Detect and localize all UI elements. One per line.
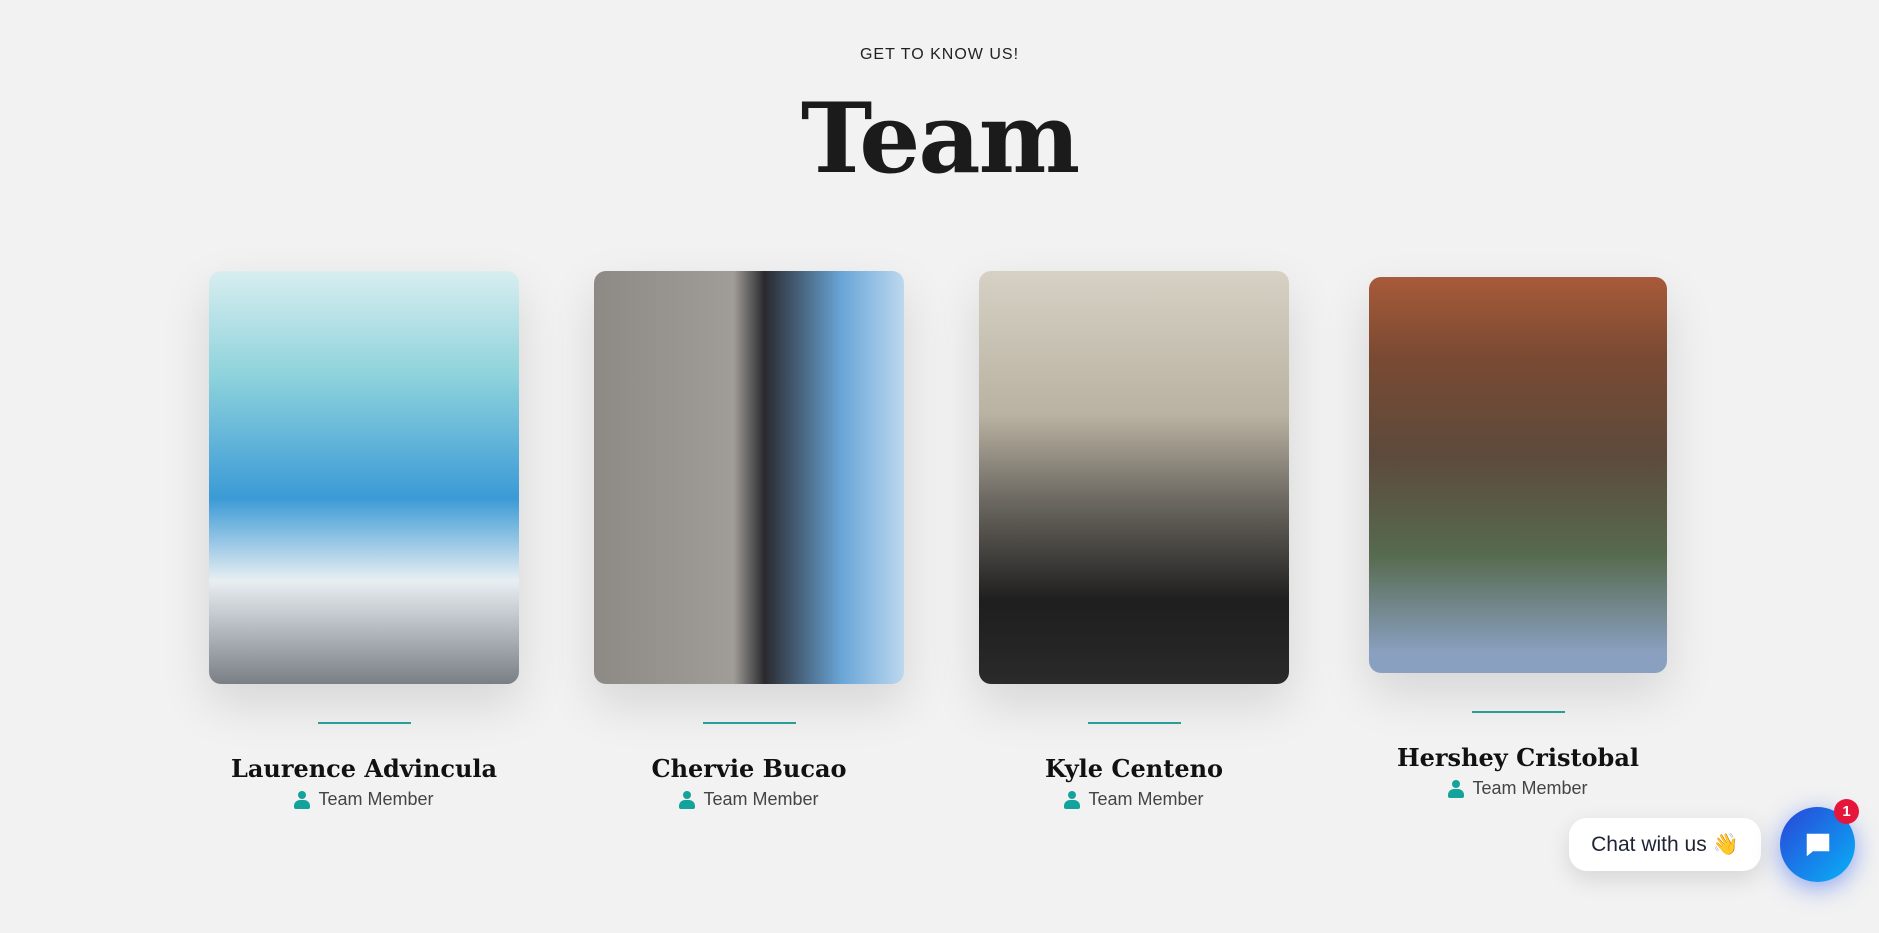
divider: [317, 722, 411, 724]
role-label: Team Member: [318, 789, 434, 809]
page-title: Team: [800, 82, 1080, 195]
user-icon: [679, 790, 696, 809]
member-name: Laurence Advincula: [230, 754, 498, 783]
member-role: Team Member: [594, 789, 904, 810]
divider: [1471, 711, 1565, 713]
role-label: Team Member: [703, 789, 819, 809]
divider: [702, 722, 796, 724]
chat-label: Chat with us: [1591, 832, 1707, 856]
role-label: Team Member: [1088, 789, 1204, 809]
chat-icon: [1806, 833, 1829, 856]
member-role: Team Member: [1369, 778, 1667, 799]
user-icon: [1448, 779, 1465, 798]
member-photo: [209, 271, 519, 684]
notification-badge: 1: [1834, 799, 1859, 824]
team-card: Hershey Cristobal Team Member: [1369, 277, 1667, 799]
member-photo: [1369, 277, 1667, 673]
team-card: Chervie Bucao Team Member: [594, 271, 904, 810]
team-card: Laurence Advincula Team Member: [209, 271, 519, 810]
user-icon: [294, 790, 311, 809]
member-name: Chervie Bucao: [651, 754, 847, 783]
member-role: Team Member: [979, 789, 1289, 810]
divider: [1087, 722, 1181, 724]
user-icon: [1064, 790, 1081, 809]
chat-with-us-bubble[interactable]: Chat with us 👋: [1569, 818, 1761, 871]
role-label: Team Member: [1472, 778, 1588, 798]
member-name: Kyle Centeno: [1044, 754, 1224, 783]
member-role: Team Member: [209, 789, 519, 810]
team-card: Kyle Centeno Team Member: [979, 271, 1289, 810]
member-photo: [979, 271, 1289, 684]
member-name: Hershey Cristobal: [1396, 743, 1640, 772]
waving-hand-icon: 👋: [1712, 832, 1739, 856]
member-photo: [594, 271, 904, 684]
section-eyebrow: GET TO KNOW US!: [859, 46, 1020, 63]
